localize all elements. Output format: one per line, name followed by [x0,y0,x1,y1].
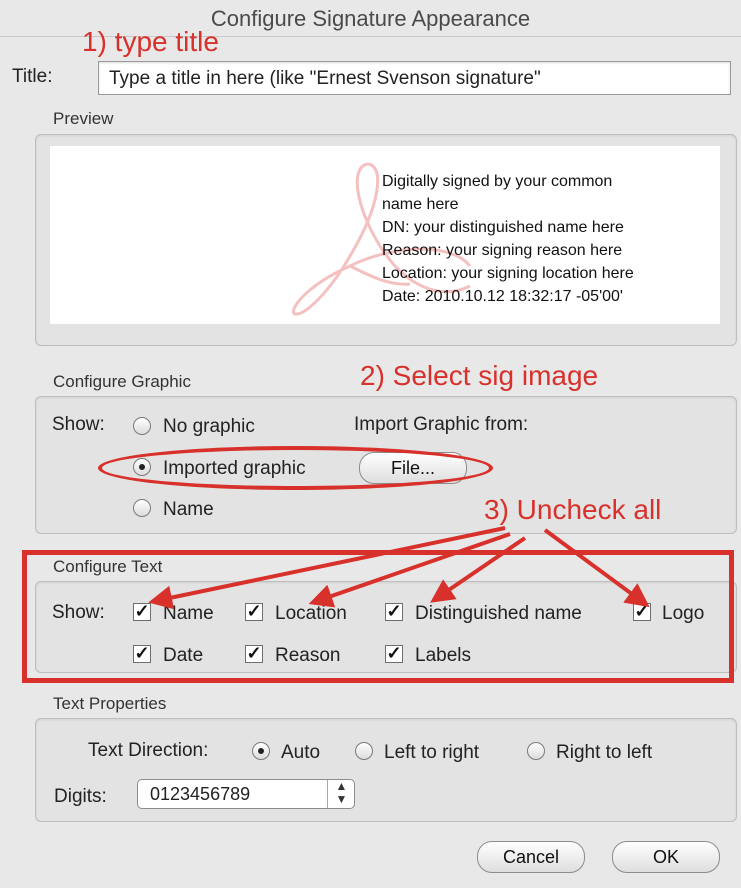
auto-label: Auto [281,742,321,763]
right-to-left-radio[interactable] [527,742,545,760]
digits-select[interactable]: 0123456789 [137,779,355,809]
auto-radio[interactable] [252,742,270,760]
text-direction-label: Text Direction: [88,740,209,761]
arrow-to-distinguished [430,536,527,603]
arrow-to-logo [543,528,650,608]
select-arrows-icon[interactable]: ▲ ▼ [327,780,355,808]
left-to-right-label: Left to right [384,742,480,763]
right-to-left-label: Right to left [556,742,653,763]
ok-button[interactable]: OK [612,841,720,873]
cancel-button[interactable]: Cancel [477,841,585,873]
left-to-right-radio[interactable] [355,742,373,760]
digits-label: Digits: [54,786,107,807]
text-properties-heading: Text Properties [53,694,167,713]
